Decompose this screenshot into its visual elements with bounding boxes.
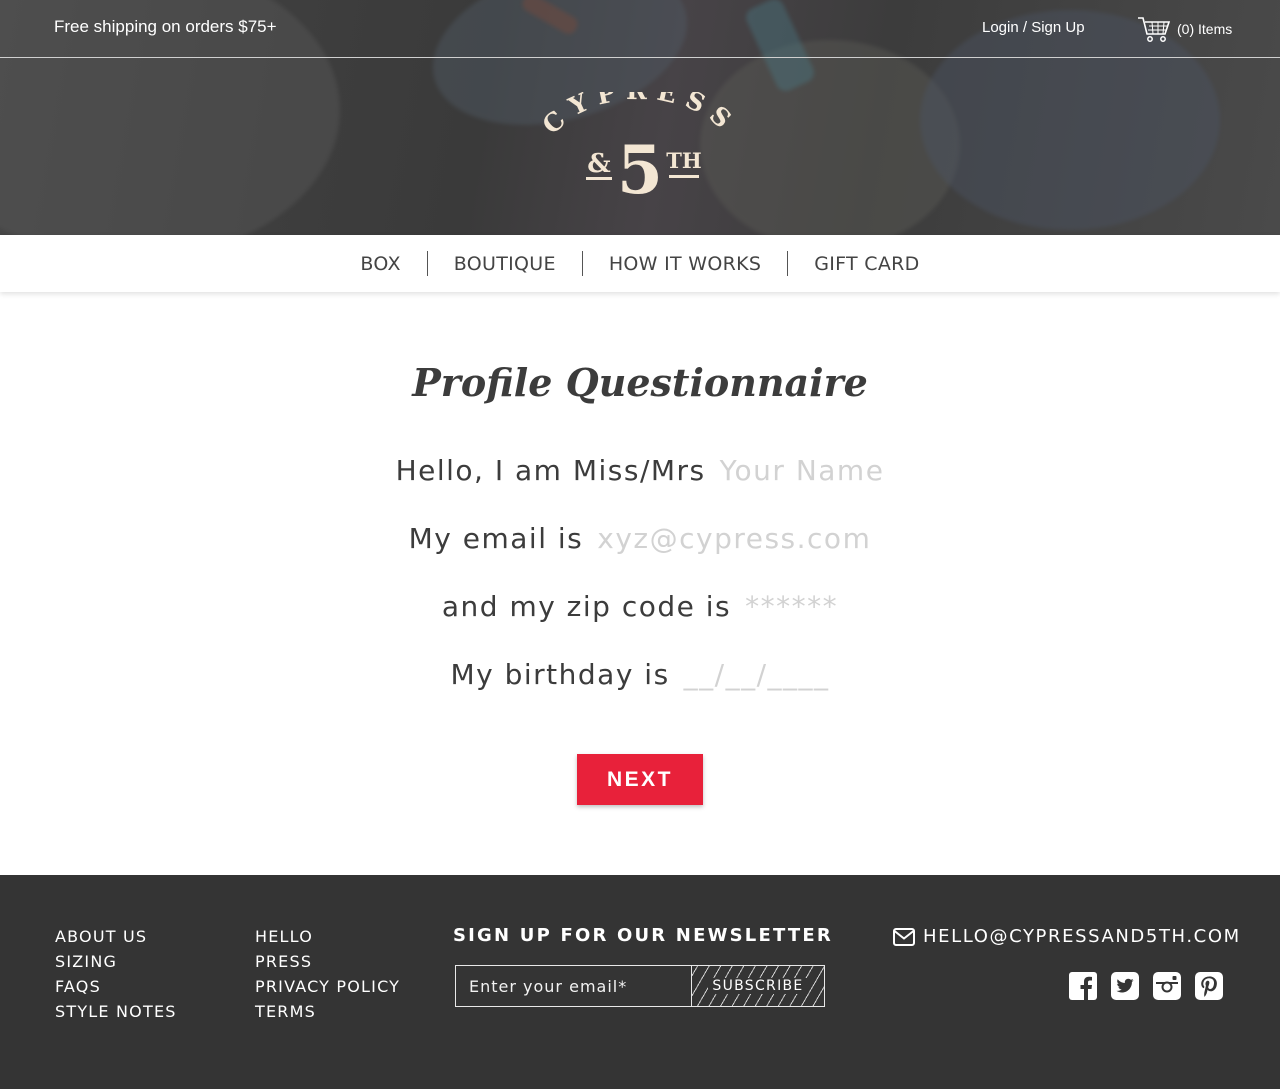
newsletter-title: SIGN UP FOR OUR NEWSLETTER — [453, 925, 833, 946]
cart-icon — [1138, 17, 1171, 42]
name-row: Hello, I am Miss/Mrs Your Name — [0, 454, 1280, 487]
page-title: Profile Questionnaire — [412, 360, 868, 405]
svg-text:TH: TH — [666, 148, 701, 173]
top-bar: Free shipping on orders $75+ Login / Sig… — [0, 0, 1280, 58]
footer-link-sizing[interactable]: SIZING — [55, 949, 177, 974]
social-links — [1069, 972, 1223, 1000]
birthday-row: My birthday is __/__/____ — [0, 658, 1280, 691]
instagram-icon[interactable] — [1153, 972, 1181, 1000]
subscribe-label: SUBSCRIBE — [708, 978, 808, 994]
footer-links-col1: ABOUT US SIZING FAQS STYLE NOTES — [55, 924, 177, 1024]
birthday-input[interactable]: __/__/____ — [684, 658, 830, 691]
footer-link-style-notes[interactable]: STYLE NOTES — [55, 999, 177, 1024]
main-nav: BOX BOUTIQUE HOW IT WORKS GIFT CARD — [0, 235, 1280, 292]
footer-link-faqs[interactable]: FAQS — [55, 974, 177, 999]
name-input[interactable]: Your Name — [720, 454, 885, 487]
newsletter-form: SUBSCRIBE — [455, 965, 825, 1007]
nav-how-it-works[interactable]: HOW IT WORKS — [583, 253, 787, 275]
pinterest-icon[interactable] — [1195, 972, 1223, 1000]
cypress-5th-logo[interactable]: CYPRESS & 5 TH — [535, 92, 745, 202]
birthday-label: My birthday is — [450, 658, 670, 691]
svg-text:&: & — [587, 149, 610, 179]
name-label: Hello, I am Miss/Mrs — [395, 454, 706, 487]
contact-email-link[interactable]: HELLO@CYPRESSAND5TH.COM — [893, 926, 1241, 947]
email-input[interactable]: xyz@cypress.com — [597, 522, 871, 555]
zip-input[interactable]: ****** — [745, 590, 838, 623]
email-label: My email is — [408, 522, 584, 555]
footer-link-press[interactable]: PRESS — [255, 949, 400, 974]
nav-box[interactable]: BOX — [334, 253, 426, 275]
footer-link-about-us[interactable]: ABOUT US — [55, 924, 177, 949]
nav-boutique[interactable]: BOUTIQUE — [428, 253, 582, 275]
zip-label: and my zip code is — [441, 590, 732, 623]
footer-link-terms[interactable]: TERMS — [255, 999, 400, 1024]
footer-link-privacy-policy[interactable]: PRIVACY POLICY — [255, 974, 400, 999]
nav-gift-card[interactable]: GIFT CARD — [788, 253, 945, 275]
email-row: My email is xyz@cypress.com — [0, 522, 1280, 555]
cart-count: (0) Items — [1177, 21, 1233, 37]
footer-links-col2: HELLO PRESS PRIVACY POLICY TERMS — [255, 924, 400, 1024]
subscribe-button[interactable]: SUBSCRIBE — [692, 966, 824, 1006]
newsletter-email-input[interactable] — [456, 966, 692, 1006]
login-signup-link[interactable]: Login / Sign Up — [982, 19, 1085, 36]
hero-banner: Free shipping on orders $75+ Login / Sig… — [0, 0, 1280, 235]
twitter-icon[interactable] — [1111, 972, 1139, 1000]
next-button[interactable]: NEXT — [577, 754, 703, 805]
envelope-icon — [893, 927, 915, 946]
svg-text:5: 5 — [617, 131, 663, 202]
facebook-icon[interactable] — [1069, 972, 1097, 1000]
contact-email: HELLO@CYPRESSAND5TH.COM — [923, 926, 1241, 947]
footer: ABOUT US SIZING FAQS STYLE NOTES HELLO P… — [0, 875, 1280, 1089]
cart-link[interactable]: (0) Items — [1137, 15, 1232, 43]
zip-row: and my zip code is ****** — [0, 590, 1280, 623]
shipping-promo: Free shipping on orders $75+ — [54, 17, 277, 36]
footer-link-hello[interactable]: HELLO — [255, 924, 400, 949]
